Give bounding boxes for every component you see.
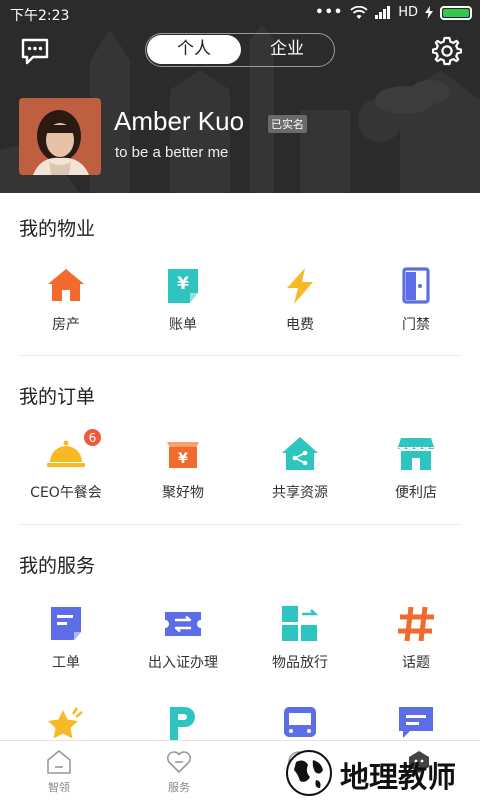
food-cover-icon (47, 440, 85, 467)
charging-icon (425, 6, 433, 19)
watermark-text: 地理教师 (340, 760, 457, 794)
grid-item-label: 房产 (52, 317, 80, 333)
grid-item-label: 聚好物 (162, 485, 204, 501)
grid-item-shared-resource[interactable]: 共享资源 (240, 434, 360, 514)
section-title-property: 我的物业 (19, 218, 96, 240)
battery-icon (440, 5, 472, 20)
share-house-icon (282, 437, 318, 470)
section-title-services: 我的服务 (19, 555, 96, 577)
grid-item-label: 便利店 (395, 485, 437, 501)
hashtag-icon (398, 606, 434, 642)
grid-item-door[interactable]: 门禁 (356, 266, 476, 346)
order-count-badge: 6 (83, 428, 102, 447)
status-indicators: ••• HD (315, 5, 472, 20)
grid-item-label: 电费 (286, 317, 314, 333)
section-divider (19, 355, 461, 356)
grid-item-label: 物品放行 (272, 655, 328, 671)
network-type: HD (398, 5, 418, 20)
top-navigation: 个人 企业 (0, 30, 480, 70)
grid-item-good-stuff[interactable]: ¥ 聚好物 (123, 434, 243, 514)
bus-icon (284, 707, 316, 737)
tab-home[interactable]: 智领 (29, 747, 89, 797)
watermark: 地理教师 (282, 748, 478, 798)
svg-text:¥: ¥ (178, 451, 188, 467)
wifi-icon (350, 5, 368, 19)
tab-services[interactable]: 服务 (149, 747, 209, 797)
grid-item-label: 出入证办理 (148, 655, 218, 671)
user-motto: to be a better me (115, 144, 229, 161)
globe-logo-icon (286, 750, 332, 796)
orders-grid: 6 CEO午餐会 ¥ 聚好物 共享资源 便利店 (0, 428, 480, 514)
notification-dots: ••• (315, 5, 344, 20)
verified-badge: 已实名 (268, 115, 307, 133)
tab-personal[interactable]: 个人 (147, 35, 241, 64)
section-divider (19, 524, 461, 525)
grid-item-label: 话题 (402, 655, 430, 671)
status-bar: 下午2:23 ••• HD (0, 0, 480, 28)
grid-item-topic[interactable]: 话题 (356, 604, 476, 684)
grid-item-item-release[interactable]: 物品放行 (240, 604, 360, 684)
services-grid: 工单 出入证办理 物品放行 话题 (0, 604, 480, 684)
grid-item-work-order[interactable]: 工单 (6, 604, 126, 684)
svg-text:¥: ¥ (177, 274, 189, 294)
lightning-icon (287, 268, 313, 304)
grid-item-electricity[interactable]: 电费 (240, 266, 360, 346)
account-type-switch: 个人 企业 (145, 33, 335, 67)
grid-item-label: 门禁 (402, 317, 430, 333)
grid-item-store[interactable]: 便利店 (356, 434, 476, 514)
grid-item-label: CEO午餐会 (30, 485, 102, 501)
section-title-orders: 我的订单 (19, 386, 96, 408)
release-icon (282, 606, 319, 641)
grid-item-label: 共享资源 (272, 485, 328, 501)
document-icon (51, 607, 81, 640)
bill-icon: ¥ (168, 269, 198, 303)
grid-item-label: 工单 (52, 655, 80, 671)
parking-icon (170, 707, 195, 741)
user-name: Amber Kuo (114, 106, 245, 136)
status-time: 下午2:23 (10, 8, 70, 24)
grid-item-house[interactable]: 房产 (6, 266, 126, 346)
property-grid: 房产 ¥ 账单 电费 门禁 (0, 266, 480, 346)
settings-gear-icon[interactable] (432, 36, 462, 66)
home-tab-icon (47, 750, 71, 774)
star-icon (48, 707, 83, 739)
door-icon (402, 267, 430, 304)
grid-item-label: 账单 (169, 317, 197, 333)
ticket-icon (165, 612, 201, 636)
grid-item-ceo-lunch[interactable]: 6 CEO午餐会 (6, 428, 126, 514)
store-icon (398, 438, 434, 470)
house-icon (48, 269, 84, 301)
grid-item-access-pass[interactable]: 出入证办理 (123, 604, 243, 684)
tab-label: 服务 (168, 781, 190, 794)
tab-enterprise[interactable]: 企业 (240, 34, 334, 65)
shopping-box-icon: ¥ (167, 442, 199, 468)
message-icon[interactable] (20, 36, 50, 66)
tab-label: 智领 (48, 781, 70, 794)
signal-icon (375, 6, 391, 19)
avatar[interactable] (19, 98, 101, 175)
heart-tab-icon (166, 751, 192, 773)
grid-item-bill[interactable]: ¥ 账单 (123, 266, 243, 346)
profile-header: 下午2:23 ••• HD 个人 企业 Amber Kuo 已实名 to be … (0, 0, 480, 193)
user-profile[interactable]: Amber Kuo 已实名 to be a better me (19, 98, 459, 176)
chat-message-icon (399, 707, 433, 738)
